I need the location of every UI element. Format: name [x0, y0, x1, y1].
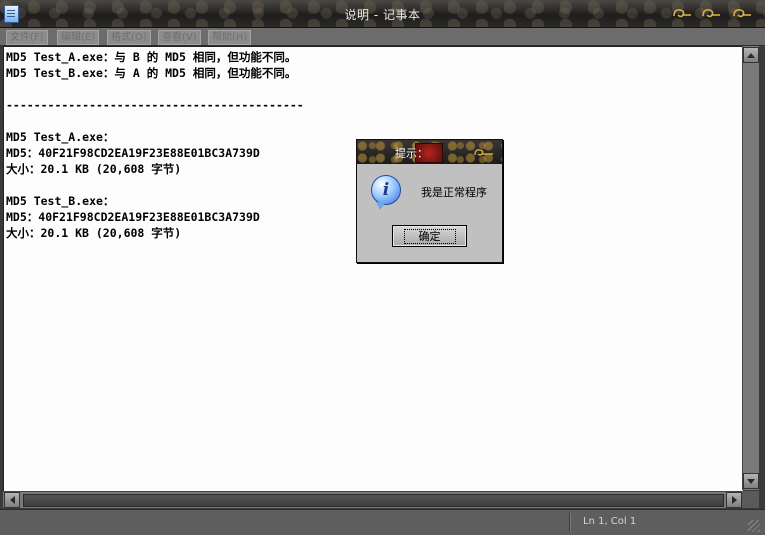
minimize-icon — [673, 9, 691, 18]
scroll-left-button[interactable] — [4, 492, 20, 508]
close-icon — [733, 9, 751, 18]
status-divider — [569, 513, 570, 531]
scroll-right-button[interactable] — [726, 492, 742, 508]
scrollbar-corner — [742, 491, 759, 508]
menu-view[interactable]: 查看(V) — [158, 30, 201, 45]
editor-line: MD5 Test_A.exe： — [6, 130, 115, 144]
editor-line: MD5 Test_B.exe： — [6, 194, 115, 208]
maximize-icon — [702, 9, 720, 18]
editor-line: ----------------------------------------… — [6, 98, 304, 112]
menu-edit[interactable]: 编辑(E) — [57, 30, 100, 45]
horizontal-scroll-thumb[interactable] — [23, 494, 724, 507]
editor-line: MD5：40F21F98CD2EA19F23E88E01BC3A739D — [6, 210, 260, 224]
editor-line: MD5 Test_A.exe：与 B 的 MD5 相同，但功能不同。 — [6, 50, 297, 64]
text-editor[interactable]: MD5 Test_A.exe：与 B 的 MD5 相同，但功能不同。 MD5 T… — [3, 46, 744, 492]
editor-line: 大小：20.1 KB (20,608 字节) — [6, 162, 182, 176]
horizontal-scrollbar[interactable] — [3, 491, 742, 508]
menu-format[interactable]: 格式(O) — [107, 30, 151, 45]
ok-button[interactable]: 确定 — [392, 225, 467, 247]
dialog-title-bar[interactable]: 提示： — [357, 140, 502, 164]
title-bar[interactable]: 说明 - 记事本 — [0, 0, 765, 28]
ok-button-label: 确定 — [403, 228, 456, 244]
dialog-title: 提示： — [395, 147, 428, 160]
editor-line: MD5 Test_B.exe：与 A 的 MD5 相同，但功能不同。 — [6, 66, 297, 80]
message-dialog: 提示： i 我是正常程序 确定 — [356, 139, 503, 263]
scroll-up-button[interactable] — [743, 47, 759, 63]
status-bar: Ln 1, Col 1 — [0, 509, 765, 535]
editor-line: 大小：20.1 KB (20,608 字节) — [6, 226, 182, 240]
resize-grip-icon[interactable] — [748, 520, 760, 532]
arrow-left-icon — [9, 496, 15, 504]
minimize-button[interactable] — [671, 6, 693, 20]
window-title: 说明 - 记事本 — [344, 8, 421, 22]
vertical-scrollbar[interactable] — [742, 46, 759, 490]
arrow-up-icon — [747, 52, 755, 58]
info-icon: i — [371, 175, 401, 210]
dialog-ornament-icon — [474, 149, 493, 156]
dialog-body: i 我是正常程序 确定 — [357, 164, 502, 262]
dialog-message: 我是正常程序 — [421, 186, 487, 199]
arrow-down-icon — [747, 478, 755, 484]
cursor-position: Ln 1, Col 1 — [583, 516, 637, 527]
editor-line: MD5：40F21F98CD2EA19F23E88E01BC3A739D — [6, 146, 260, 160]
menu-help[interactable]: 帮助(H) — [208, 30, 252, 45]
maximize-button[interactable] — [700, 6, 722, 20]
close-button[interactable] — [731, 6, 753, 20]
arrow-right-icon — [731, 496, 737, 504]
menu-file[interactable]: 文件(F) — [6, 30, 48, 45]
scroll-down-button[interactable] — [743, 473, 759, 489]
menu-bar: 文件(F) 编辑(E) 格式(O) 查看(V) 帮助(H) — [0, 28, 765, 46]
